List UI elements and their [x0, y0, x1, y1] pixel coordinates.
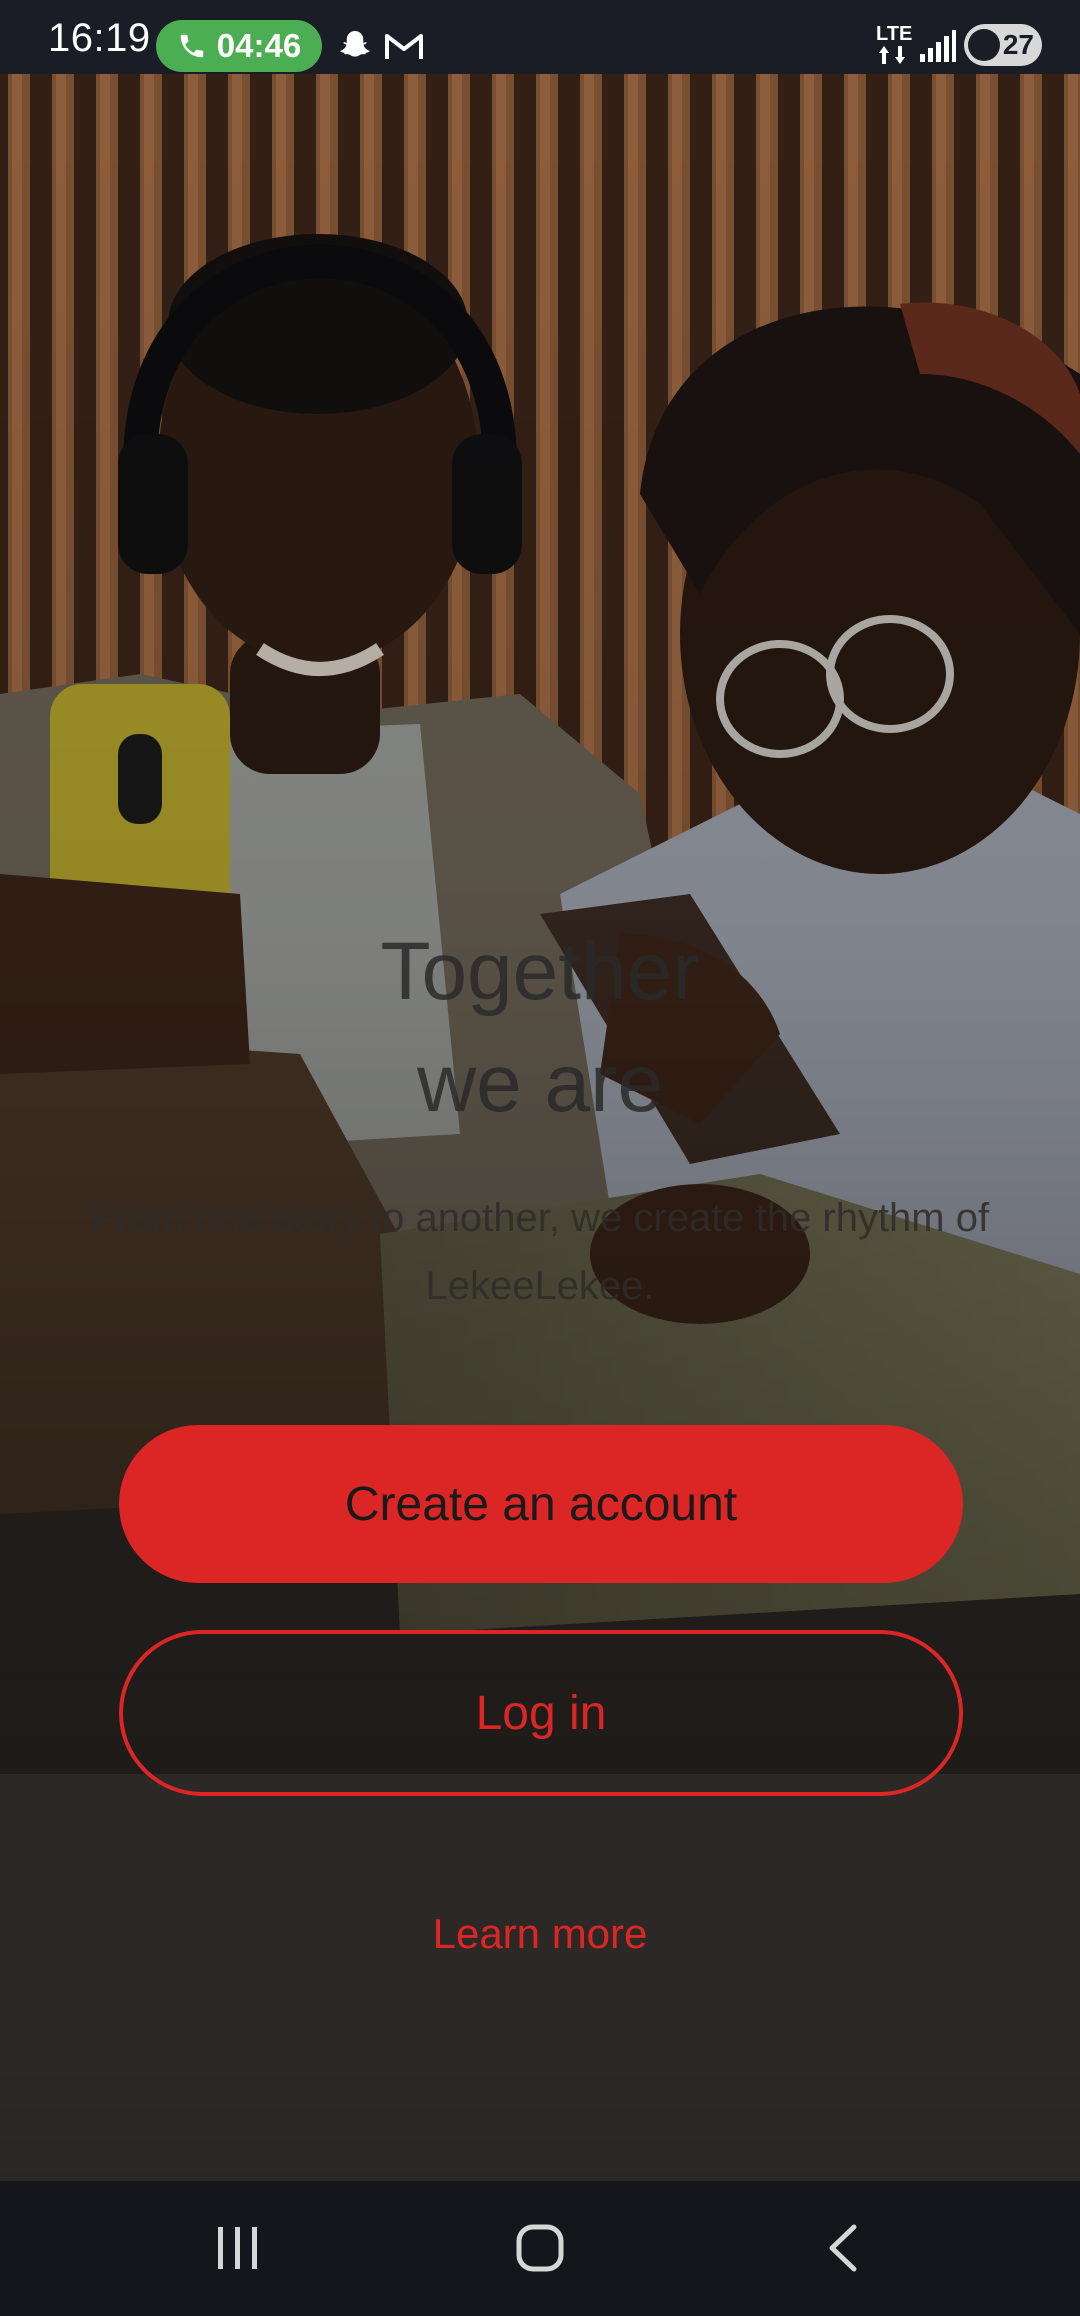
battery-level: 27 [1002, 29, 1034, 60]
back-button[interactable] [782, 2203, 902, 2293]
call-timer: 04:46 [216, 27, 302, 64]
screen: 16:19 04:46 LTE 27 Together we are From … [0, 0, 1080, 2316]
back-icon [829, 2224, 857, 2272]
home-icon [516, 2224, 564, 2272]
ongoing-call-pill[interactable]: 04:46 [156, 20, 322, 72]
create-account-button[interactable]: Create an account [119, 1425, 963, 1583]
recent-apps-button[interactable] [178, 2203, 298, 2293]
status-time: 16:19 [48, 16, 151, 60]
phone-icon [180, 34, 204, 58]
battery-saver-leaf-icon [968, 29, 1000, 61]
battery-icon: 27 [964, 24, 1042, 66]
recent-apps-icon [218, 2227, 257, 2269]
gmail-icon [385, 34, 423, 59]
headline-line-1: Together [380, 926, 700, 1017]
lte-data-icon: LTE [876, 23, 913, 45]
log-in-button[interactable]: Log in [119, 1630, 963, 1796]
navigation-bar [0, 2181, 1080, 2316]
tagline: From one story to another, we create the… [90, 1196, 990, 1308]
signal-icon [920, 30, 956, 62]
learn-more-link[interactable]: Learn more [0, 1910, 1080, 1958]
status-bar: 16:19 04:46 LTE 27 [0, 0, 1080, 74]
headline: Together we are [0, 916, 1080, 1140]
lte-arrows [879, 46, 905, 64]
headline-line-2: we are [416, 1038, 664, 1129]
hero-background: Together we are From one story to anothe… [0, 74, 1080, 2181]
snapchat-icon [340, 31, 370, 57]
home-button[interactable] [480, 2203, 600, 2293]
